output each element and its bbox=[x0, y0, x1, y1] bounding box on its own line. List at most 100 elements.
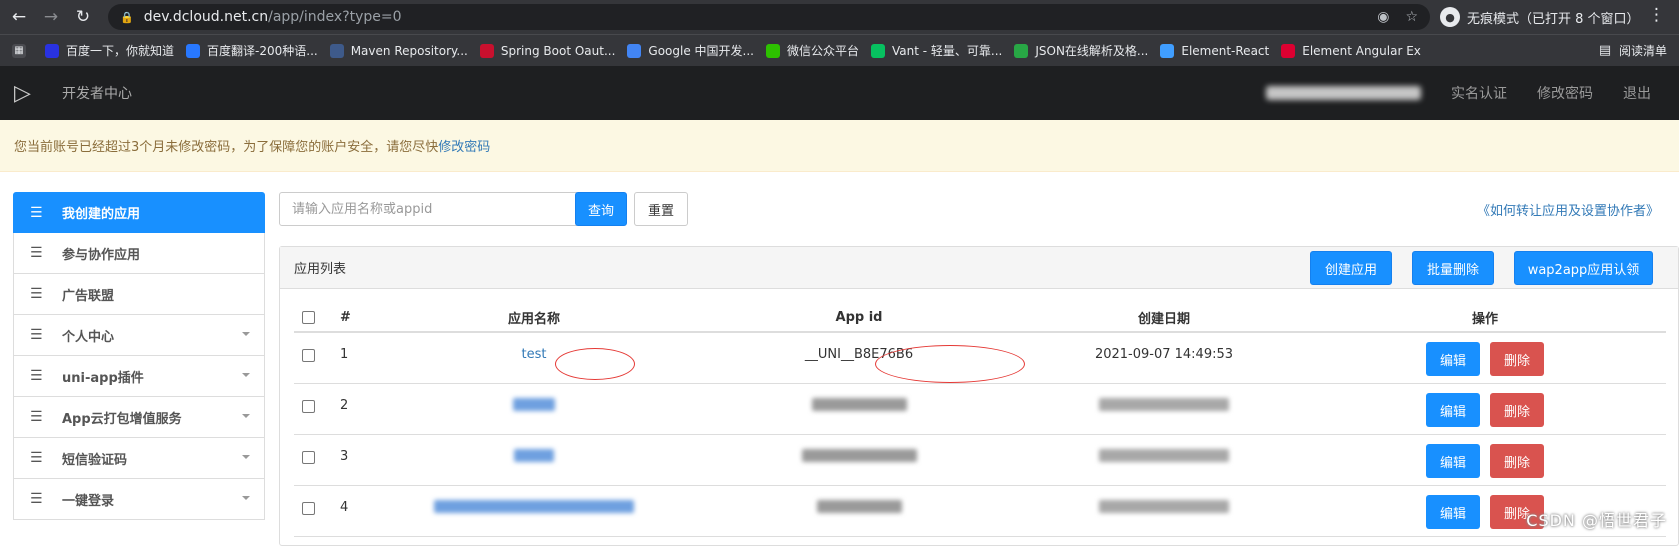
json-icon bbox=[1014, 43, 1029, 58]
menu-list-icon: ☰ bbox=[30, 286, 43, 302]
bookmarks-bar: ▦ 百度一下，你就知道 百度翻译-200种语... Maven Repository… bbox=[0, 34, 1679, 66]
row-app-name[interactable] bbox=[374, 449, 694, 466]
menu-list-icon: ☰ bbox=[30, 327, 43, 343]
google-icon bbox=[627, 43, 642, 58]
table-row: 2 编辑 删除 bbox=[294, 384, 1666, 435]
baidu-icon bbox=[45, 43, 59, 58]
delete-button[interactable]: 删除 bbox=[1490, 444, 1544, 478]
eye-off-icon[interactable]: ◉ bbox=[1377, 9, 1389, 25]
sidebar-item[interactable]: ☰ App云打包增值服务 bbox=[13, 397, 265, 438]
delete-button[interactable]: 删除 bbox=[1490, 342, 1544, 376]
sidebar-item[interactable]: ☰ 参与协作应用 bbox=[13, 233, 265, 274]
username-blurred[interactable] bbox=[1266, 86, 1421, 100]
star-icon[interactable]: ☆ bbox=[1405, 9, 1418, 25]
caret-down-icon bbox=[242, 332, 250, 336]
query-button[interactable]: 查询 bbox=[575, 192, 627, 226]
select-all-checkbox[interactable] bbox=[302, 310, 315, 324]
url-path: /app/index?type=0 bbox=[268, 9, 402, 25]
row-app-id bbox=[694, 500, 1024, 517]
forward-icon[interactable]: → bbox=[38, 4, 64, 30]
app-name-link[interactable]: test bbox=[522, 347, 547, 362]
sidebar-item[interactable]: ☰ 一键登录 bbox=[13, 479, 265, 520]
back-icon[interactable]: ← bbox=[6, 4, 32, 30]
edit-button[interactable]: 编辑 bbox=[1426, 495, 1480, 529]
wechat-icon bbox=[765, 43, 780, 58]
row-app-name[interactable] bbox=[374, 398, 694, 415]
dcloud-logo-icon[interactable]: ▷ bbox=[14, 81, 40, 106]
delete-button[interactable]: 删除 bbox=[1490, 393, 1544, 427]
col-actions: 操作 bbox=[1471, 311, 1498, 327]
edit-button[interactable]: 编辑 bbox=[1426, 342, 1480, 376]
lock-icon: 🔒 bbox=[120, 10, 134, 24]
bookmark-item[interactable]: Vant - 轻量、可靠... bbox=[870, 42, 1003, 59]
incognito-indicator[interactable]: ● 无痕模式（已打开 8 个窗口） bbox=[1440, 4, 1640, 30]
menu-list-icon: ☰ bbox=[30, 409, 43, 425]
alert-change-password-link[interactable]: 修改密码 bbox=[438, 136, 490, 155]
angular-icon bbox=[1281, 43, 1296, 58]
transfer-help-link[interactable]: 《如何转让应用及设置协作者》 bbox=[1477, 200, 1659, 219]
bookmark-label: Google 中国开发... bbox=[648, 44, 754, 58]
sidebar-item-label: 短信验证码 bbox=[62, 452, 128, 468]
edit-button[interactable]: 编辑 bbox=[1426, 393, 1480, 427]
reading-list[interactable]: ▤ 阅读清单 bbox=[1598, 42, 1667, 59]
table-header: # 应用名称 App id 创建日期 操作 bbox=[294, 303, 1666, 333]
nav-logout[interactable]: 退出 bbox=[1623, 83, 1651, 103]
nav-change-password[interactable]: 修改密码 bbox=[1537, 83, 1593, 103]
sidebar-item[interactable]: ☰ uni-app插件 bbox=[13, 356, 265, 397]
bookmark-item[interactable]: JSON在线解析及格... bbox=[1014, 42, 1148, 59]
blurred-app-id bbox=[816, 500, 902, 513]
bookmark-item[interactable]: Element Angular Ex bbox=[1281, 43, 1421, 58]
annotation-oval-name bbox=[555, 348, 635, 380]
col-app-id: App id bbox=[835, 309, 883, 325]
reload-icon[interactable]: ↻ bbox=[70, 4, 96, 30]
sidebar-item[interactable]: ☰ 短信验证码 bbox=[13, 438, 265, 479]
row-actions: 编辑 删除 bbox=[1304, 391, 1666, 427]
row-index: 2 bbox=[340, 398, 349, 413]
sidebar-item[interactable]: ☰ 我创建的应用 bbox=[13, 192, 265, 233]
app-list-panel: 应用列表 创建应用 批量删除 wap2app应用认领 # 应用名称 App id… bbox=[279, 246, 1679, 546]
row-checkbox[interactable] bbox=[302, 502, 315, 515]
search-input[interactable] bbox=[279, 192, 579, 226]
bookmark-item[interactable]: 微信公众平台 bbox=[765, 42, 859, 59]
bookmark-item[interactable]: Element-React bbox=[1160, 43, 1269, 58]
menu-list-icon: ☰ bbox=[30, 368, 43, 384]
bookmark-item[interactable]: Google 中国开发... bbox=[627, 42, 754, 59]
caret-down-icon bbox=[242, 455, 250, 459]
caret-down-icon bbox=[242, 373, 250, 377]
edit-button[interactable]: 编辑 bbox=[1426, 444, 1480, 478]
row-app-name[interactable]: test bbox=[374, 347, 694, 362]
menu-kebab-icon[interactable]: ⋮ bbox=[1648, 5, 1665, 25]
row-created-date bbox=[1024, 500, 1304, 517]
row-app-name[interactable] bbox=[374, 500, 694, 517]
c-icon bbox=[479, 43, 494, 58]
brand-title[interactable]: 开发者中心 bbox=[62, 83, 132, 103]
row-created-date bbox=[1024, 449, 1304, 466]
reset-button[interactable]: 重置 bbox=[634, 192, 688, 226]
bookmark-item[interactable]: 百度翻译-200种语... bbox=[186, 42, 318, 59]
sidebar-item[interactable]: ☰ 广告联盟 bbox=[13, 274, 265, 315]
bookmark-label: 百度翻译-200种语... bbox=[207, 44, 318, 58]
translate-icon bbox=[186, 43, 201, 58]
app-table: # 应用名称 App id 创建日期 操作 1 test __UNI__B8E76B… bbox=[294, 303, 1666, 537]
batch-delete-button[interactable]: 批量删除 bbox=[1412, 251, 1494, 285]
create-app-button[interactable]: 创建应用 bbox=[1310, 251, 1392, 285]
row-checkbox[interactable] bbox=[302, 451, 315, 464]
bookmark-label: JSON在线解析及格... bbox=[1035, 44, 1149, 58]
incognito-icon: ● bbox=[1440, 7, 1460, 27]
row-checkbox[interactable] bbox=[302, 400, 315, 413]
address-bar[interactable]: 🔒 dev.dcloud.net.cn/app/index?type=0 ◉ ☆ bbox=[108, 4, 1430, 30]
sidebar-item[interactable]: ☰ 个人中心 bbox=[13, 315, 265, 356]
bookmark-item[interactable]: Spring Boot Oaut... bbox=[479, 43, 615, 58]
row-index: 3 bbox=[340, 449, 349, 464]
nav-realname-auth[interactable]: 实名认证 bbox=[1451, 83, 1507, 103]
apps-grid-icon[interactable]: ▦ bbox=[12, 43, 33, 58]
sidebar-item-label: 个人中心 bbox=[62, 329, 115, 345]
csdn-watermark: CSDN @悟世君子 bbox=[1526, 511, 1667, 530]
wap2app-claim-button[interactable]: wap2app应用认领 bbox=[1514, 251, 1653, 285]
sidebar: ☰ 我创建的应用 ☰ 参与协作应用 ☰ 广告联盟 ☰ 个人中心 ☰ uni-app插件 ☰ App云打… bbox=[13, 192, 265, 520]
bookmark-item[interactable]: 百度一下，你就知道 bbox=[45, 42, 174, 59]
row-checkbox[interactable] bbox=[302, 349, 315, 362]
bookmark-label: Vant - 轻量、可靠... bbox=[891, 44, 1003, 58]
bookmark-item[interactable]: Maven Repository... bbox=[329, 43, 468, 58]
col-index: # bbox=[340, 309, 351, 325]
